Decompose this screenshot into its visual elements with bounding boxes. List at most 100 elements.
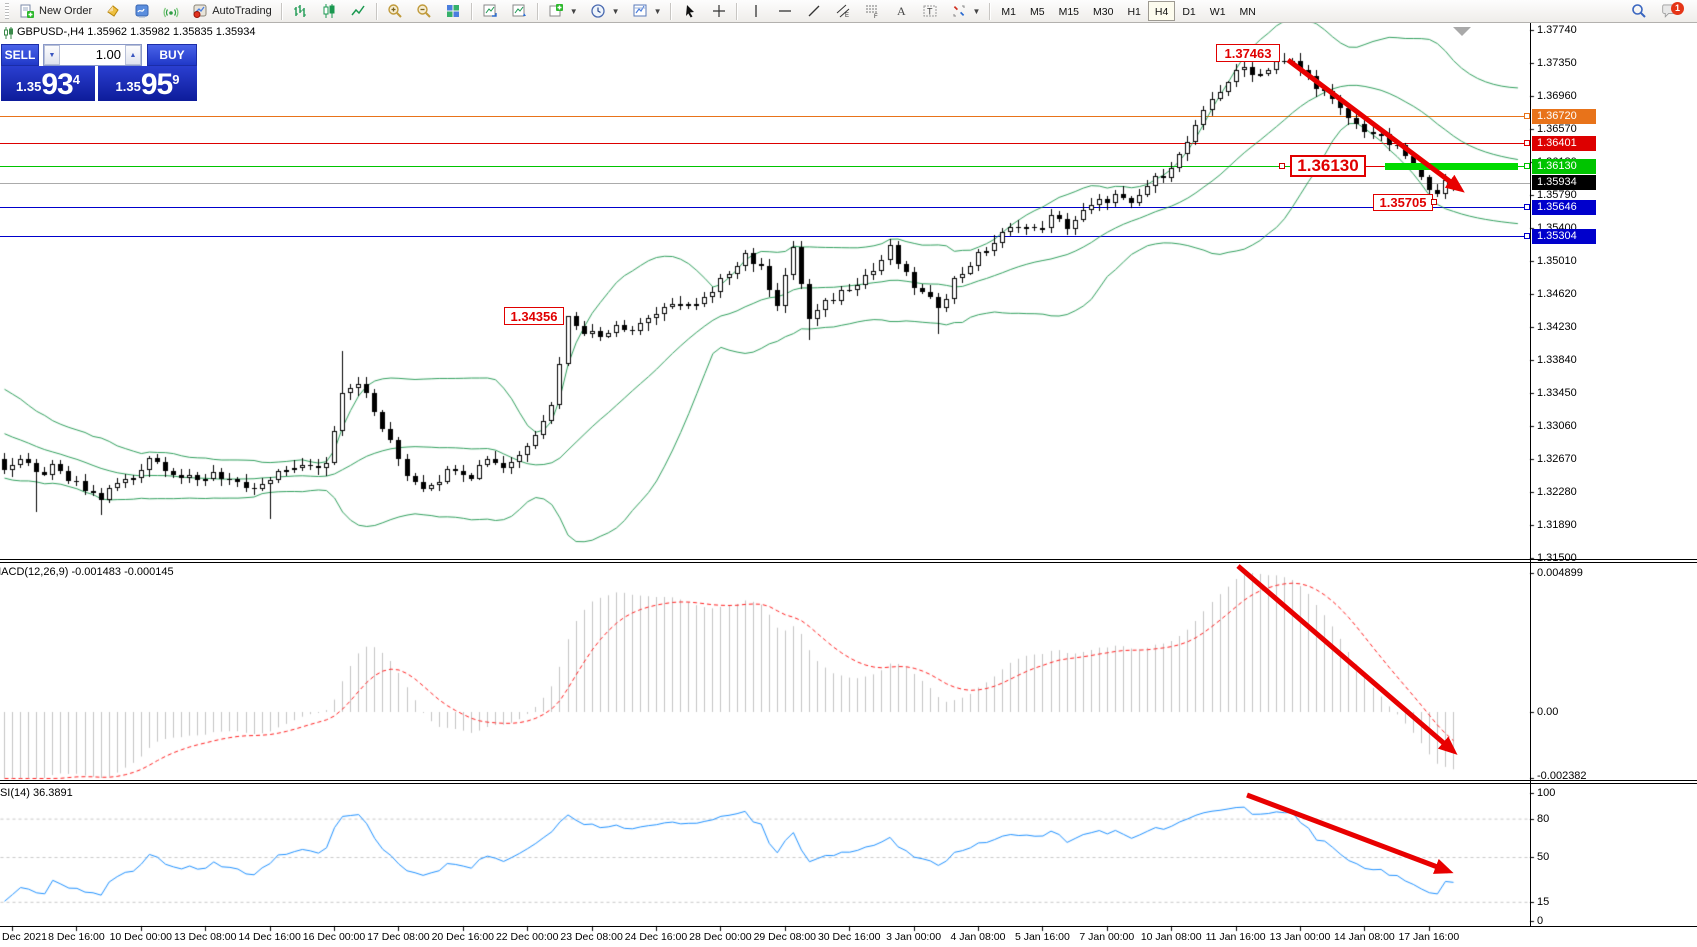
- annotation-handle[interactable]: [1279, 163, 1285, 169]
- tab-timeframe-w1[interactable]: W1: [1203, 1, 1233, 21]
- period-button[interactable]: ▼: [584, 1, 626, 22]
- tab-timeframe-h1[interactable]: H1: [1120, 1, 1147, 21]
- horizontal-line-icon: [776, 3, 793, 20]
- line-chart-icon: [350, 3, 367, 20]
- tab-timeframe-m30[interactable]: M30: [1086, 1, 1120, 21]
- svg-text:F: F: [874, 14, 878, 19]
- time-axis-label: 13 Jan 00:00: [1270, 931, 1331, 943]
- new-order-button[interactable]: New Order: [12, 1, 98, 22]
- time-axis-label: 7 Jan 00:00: [1079, 931, 1134, 943]
- price-axis-tick: 1.36570: [1537, 123, 1577, 135]
- thick-green-level-segment[interactable]: [1385, 163, 1518, 170]
- one-click-trading-widget: SELL ▼ 1.00 ▲ BUY 1.35934 1.35959: [1, 44, 197, 101]
- panel-divider[interactable]: [0, 783, 1697, 784]
- candlestick-chart-icon: [321, 3, 338, 20]
- tile-windows-button[interactable]: [439, 1, 468, 22]
- vertical-line-button[interactable]: [741, 1, 770, 22]
- bar-chart-button[interactable]: [286, 1, 315, 22]
- price-annotation[interactable]: 1.35705: [1373, 194, 1433, 211]
- time-axis-label: 3 Jan 00:00: [886, 931, 941, 943]
- new-order-icon: [18, 3, 35, 20]
- buy-price-big: 95: [141, 70, 172, 100]
- zoom-out-button[interactable]: [410, 1, 439, 22]
- level-anchor-handle[interactable]: [1524, 163, 1530, 169]
- tab-timeframe-d1[interactable]: D1: [1175, 1, 1202, 21]
- buy-price-panel[interactable]: 1.35959: [98, 66, 197, 101]
- volume-input[interactable]: 1.00: [60, 45, 125, 65]
- tab-timeframe-m15[interactable]: M15: [1052, 1, 1086, 21]
- candlestick-chart-button[interactable]: [315, 1, 344, 22]
- cursor-button[interactable]: [675, 1, 704, 22]
- volume-increase-button[interactable]: ▲: [125, 45, 141, 65]
- horizontal-line-button[interactable]: [770, 1, 799, 22]
- cursor-icon: [681, 3, 698, 20]
- bar-chart-icon: [292, 3, 309, 20]
- volume-decrease-button[interactable]: ▼: [44, 45, 60, 65]
- annotation-handle[interactable]: [1431, 199, 1437, 205]
- text-label-button[interactable]: T: [915, 1, 944, 22]
- crosshair-button[interactable]: [704, 1, 733, 22]
- level-anchor-handle[interactable]: [1524, 204, 1530, 210]
- terminal-icon: [133, 3, 150, 20]
- tab-timeframe-m1[interactable]: M1: [994, 1, 1023, 21]
- line-chart-button[interactable]: [344, 1, 373, 22]
- price-annotation[interactable]: 1.34356: [504, 307, 564, 325]
- autotrading-button[interactable]: AutoTrading: [185, 1, 278, 22]
- metaeditor-button[interactable]: [98, 1, 127, 22]
- trendline-button[interactable]: [799, 1, 828, 22]
- time-axis-label: 22 Dec 00:00: [496, 931, 558, 943]
- notifications-button[interactable]: 1: [1661, 1, 1687, 21]
- profile-charts-icon: [482, 3, 499, 20]
- price-annotation[interactable]: 1.37463: [1216, 44, 1280, 62]
- toolbar-separator: [537, 3, 539, 20]
- profile-charts-list-button[interactable]: [505, 1, 534, 22]
- signals-button[interactable]: [156, 1, 185, 22]
- dropdown-caret-icon: ▼: [972, 7, 980, 16]
- panel-divider[interactable]: [0, 562, 1697, 563]
- toolbar-separator: [281, 3, 283, 20]
- add-indicator-icon: [548, 3, 565, 20]
- search-button[interactable]: [1624, 1, 1653, 22]
- profile-charts-list-icon: [511, 3, 528, 20]
- level-anchor-handle[interactable]: [1524, 113, 1530, 119]
- text-button[interactable]: A: [886, 1, 915, 22]
- price-axis-tick: 1.32670: [1537, 453, 1577, 465]
- equidistant-channel-button[interactable]: E: [828, 1, 857, 22]
- panel-divider[interactable]: [0, 780, 1697, 781]
- level-anchor-handle[interactable]: [1524, 233, 1530, 239]
- price-axis-tick: 1.36960: [1537, 90, 1577, 102]
- fibonacci-button[interactable]: F: [857, 1, 886, 22]
- sell-price-panel[interactable]: 1.35934: [1, 66, 95, 101]
- crosshair-icon: [710, 3, 727, 20]
- new-order-label: New Order: [39, 5, 92, 17]
- price-level-badge: 1.35646: [1532, 200, 1596, 215]
- sell-button[interactable]: SELL: [1, 44, 39, 66]
- profile-charts-button[interactable]: [476, 1, 505, 22]
- toolbar-separator: [670, 3, 672, 20]
- time-axis-label: 10 Jan 08:00: [1141, 931, 1202, 943]
- arrows-button[interactable]: ▼: [944, 1, 986, 22]
- annotation-leader-line: [1366, 166, 1384, 167]
- tab-timeframe-mn[interactable]: MN: [1233, 1, 1263, 21]
- price-annotation[interactable]: 1.36130: [1290, 155, 1366, 177]
- time-axis-label: 5 Jan 16:00: [1015, 931, 1070, 943]
- panel-divider[interactable]: [0, 559, 1697, 560]
- time-axis-label: 23 Dec 08:00: [560, 931, 622, 943]
- tab-timeframe-m5[interactable]: M5: [1023, 1, 1052, 21]
- price-shift-marker-icon[interactable]: [1453, 27, 1471, 36]
- add-indicator-button[interactable]: ▼: [542, 1, 584, 22]
- terminal-button[interactable]: [127, 1, 156, 22]
- tab-timeframe-h4[interactable]: H4: [1148, 1, 1175, 21]
- chart-canvas[interactable]: [0, 0, 1697, 947]
- template-button[interactable]: ▼: [626, 1, 668, 22]
- time-axis-label: 17 Dec 08:00: [367, 931, 429, 943]
- search-icon: [1630, 3, 1647, 20]
- zoom-in-button[interactable]: [381, 1, 410, 22]
- svg-text:E: E: [845, 13, 849, 19]
- toolbar-grip[interactable]: [5, 3, 9, 19]
- dropdown-caret-icon: ▼: [654, 7, 662, 16]
- level-anchor-handle[interactable]: [1524, 140, 1530, 146]
- price-axis-tick: 1.35010: [1537, 255, 1577, 267]
- price-axis-tick: 1.34620: [1537, 288, 1577, 300]
- price-axis-tick: 1.33840: [1537, 354, 1577, 366]
